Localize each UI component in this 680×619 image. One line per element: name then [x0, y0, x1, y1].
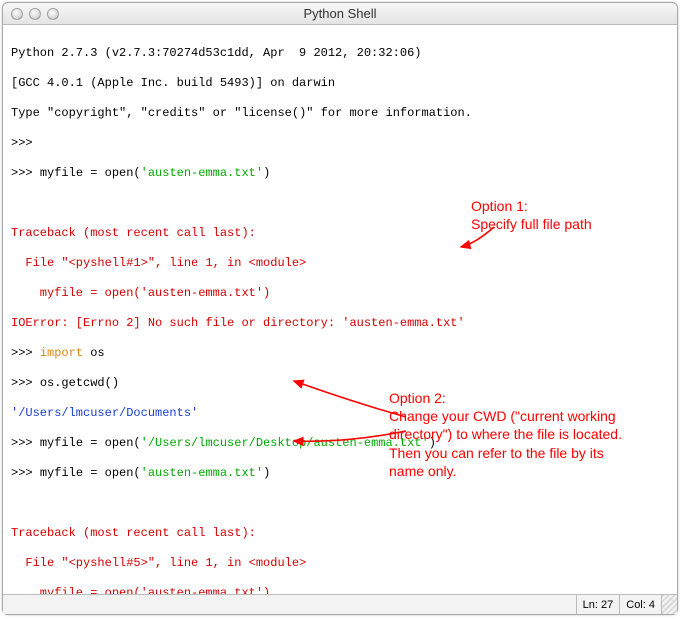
out-docs-1: '/Users/lmcuser/Documents' — [11, 406, 669, 421]
annotations-layer: Option 1: Specify full file path Option … — [3, 25, 26, 113]
cmd-open-2: >>> myfile = open('austen-emma.txt') — [11, 466, 669, 481]
python-shell-window: Python Shell Python 2.7.3 (v2.7.3:70274d… — [2, 2, 678, 615]
window-title: Python Shell — [3, 6, 677, 21]
cmd-open-fullpath: >>> myfile = open('/Users/lmcuser/Deskto… — [11, 436, 669, 451]
close-icon[interactable] — [11, 8, 23, 20]
zoom-icon[interactable] — [47, 8, 59, 20]
titlebar[interactable]: Python Shell — [3, 3, 677, 25]
annotation-option-2-head: Option 2: — [389, 390, 446, 406]
traceback-1-l3: myfile = open('austen-emma.txt') — [11, 286, 669, 301]
gcc-line: [GCC 4.0.1 (Apple Inc. build 5493)] on d… — [11, 76, 669, 91]
cmd-import-os: >>> import os — [11, 346, 669, 361]
python-version-line: Python 2.7.3 (v2.7.3:70274d53c1dd, Apr 9… — [11, 46, 669, 61]
traceback-2-l1: Traceback (most recent call last): — [11, 526, 669, 541]
traceback-1-l2: File "<pyshell#1>", line 1, in <module> — [11, 256, 669, 271]
prompt-empty: >>> — [11, 136, 669, 151]
traceback-1-l4: IOError: [Errno 2] No such file or direc… — [11, 316, 669, 331]
traceback-1-l1: Traceback (most recent call last): — [11, 226, 669, 241]
status-line: Ln: 27 — [576, 595, 620, 614]
shell-content[interactable]: Python 2.7.3 (v2.7.3:70274d53c1dd, Apr 9… — [3, 25, 677, 594]
blank2 — [11, 496, 669, 511]
status-bar: Ln: 27 Col: 4 — [3, 594, 677, 614]
resize-grip-icon[interactable] — [661, 595, 677, 614]
traceback-2-l3: myfile = open('austen-emma.txt') — [11, 586, 669, 594]
minimize-icon[interactable] — [29, 8, 41, 20]
cmd-open-1: >>> myfile = open('austen-emma.txt') — [11, 166, 669, 181]
traceback-2-l2: File "<pyshell#5>", line 1, in <module> — [11, 556, 669, 571]
help-line: Type "copyright", "credits" or "license(… — [11, 106, 669, 121]
traffic-lights — [3, 8, 59, 20]
status-col: Col: 4 — [619, 595, 661, 614]
blank — [11, 196, 669, 211]
cmd-getcwd-1: >>> os.getcwd() — [11, 376, 669, 391]
